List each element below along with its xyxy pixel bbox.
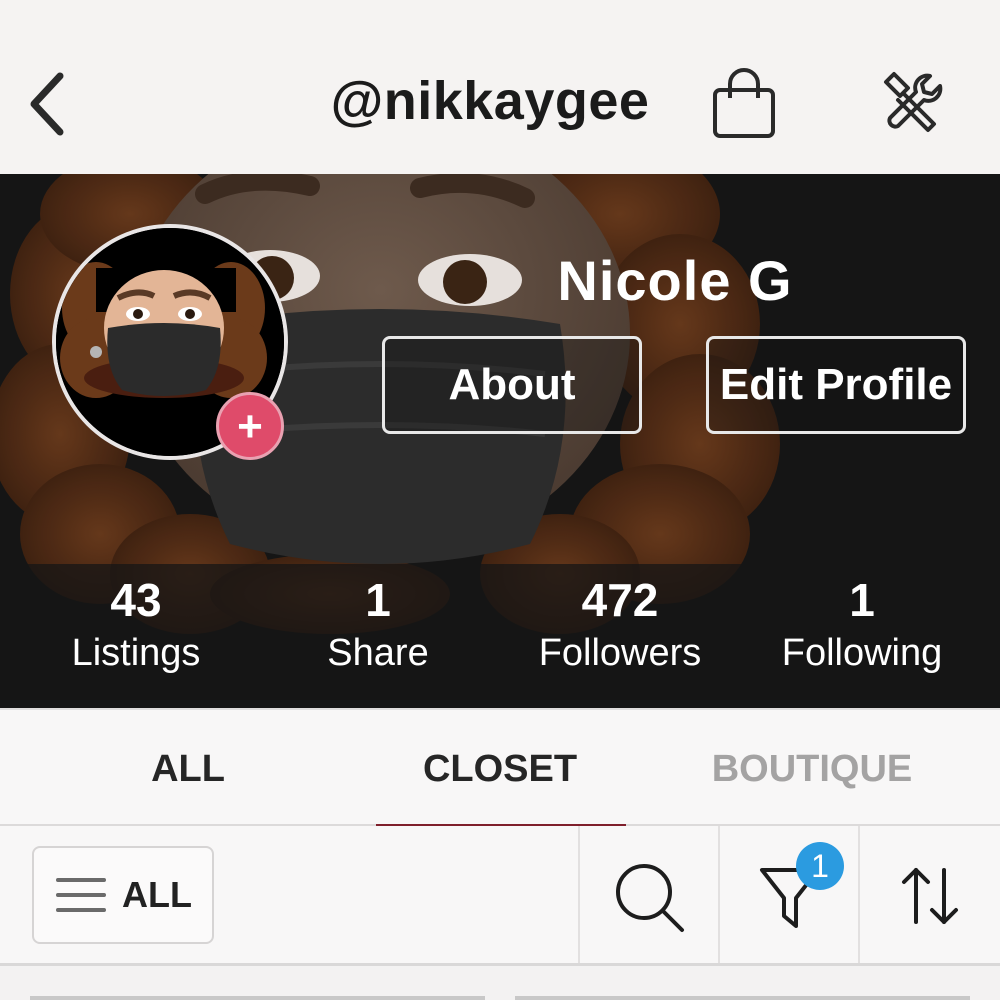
add-photo-button[interactable]: + [216,392,284,460]
category-filter-label: ALL [122,874,192,915]
filter-count-badge: 1 [796,842,844,890]
toolbar-divider [718,826,720,963]
toolbar-divider [578,826,580,963]
stat-following[interactable]: 1 Following [742,574,982,680]
profile-name: Nicole G [557,249,793,312]
listing-card-edge [515,996,970,1000]
tab-all[interactable]: ALL [38,748,338,791]
stat-label: Following [781,632,943,674]
tab-boutique[interactable]: BOUTIQUE [662,748,962,791]
tools-icon[interactable] [876,68,948,140]
stat-value: 43 [110,574,162,626]
edit-profile-button[interactable]: Edit Profile [706,336,966,434]
filter-toolbar: ALL [0,826,1000,966]
about-button[interactable]: About [382,336,642,434]
menu-lines-icon [56,878,106,912]
stat-value: 1 [849,574,875,626]
toolbar-divider [858,826,860,963]
stat-label: Listings [71,632,201,674]
page-title: @nikkaygee [330,71,650,131]
stat-followers[interactable]: 472 Followers [500,574,740,680]
listing-card-edge [30,996,485,1000]
closet-tabs: ALL CLOSET BOUTIQUE [0,708,1000,830]
stat-value: 1 [365,574,391,626]
stat-listings[interactable]: 43 Listings [16,574,256,680]
shopping-bag-icon[interactable] [708,66,780,142]
stat-label: Share [327,632,429,674]
listings-grid-top [0,966,1000,1000]
tab-closet[interactable]: CLOSET [350,748,650,791]
back-arrow-icon[interactable] [20,66,76,142]
search-icon[interactable] [608,856,688,936]
stat-value: 472 [581,574,659,626]
stat-label: Followers [538,632,702,674]
sort-icon[interactable] [890,856,970,936]
stat-shares[interactable]: 1 Share [258,574,498,680]
top-header: @nikkaygee [0,0,1000,174]
category-filter-button[interactable]: ALL [32,846,214,944]
